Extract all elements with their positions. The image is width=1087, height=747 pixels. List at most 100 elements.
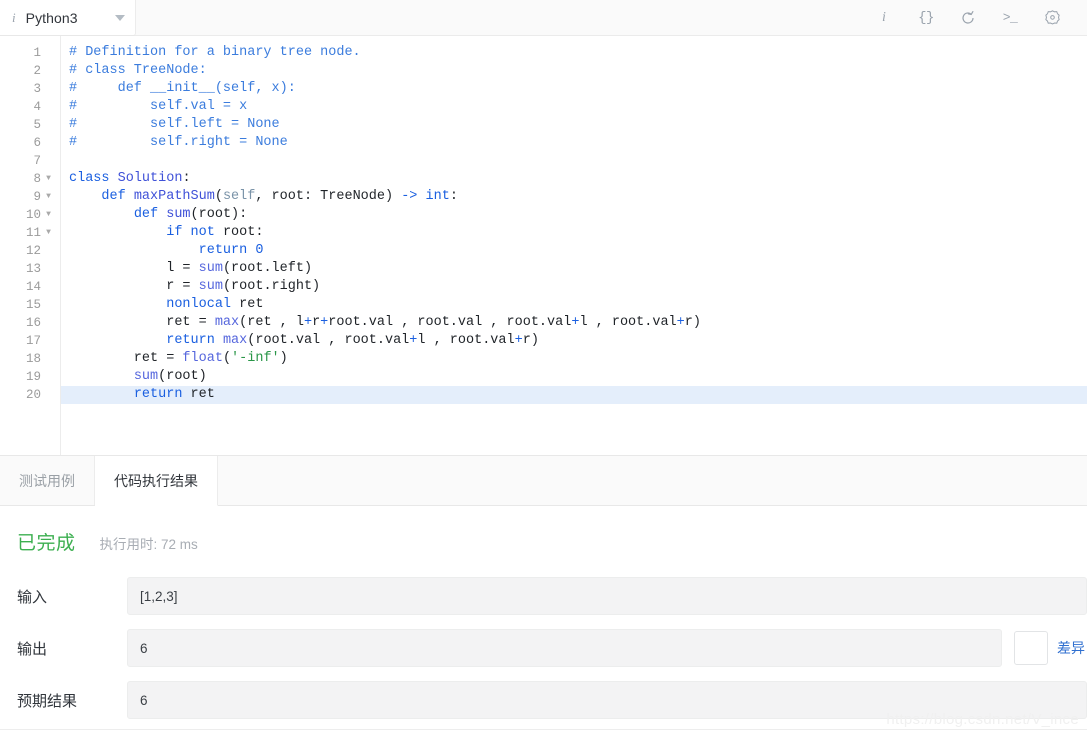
code-line[interactable]: return 0 [61,242,1087,260]
code-line[interactable]: # self.left = None [61,116,1087,134]
code-token: return [198,243,248,258]
code-token: def [133,207,159,222]
code-token: l = [69,261,199,276]
code-token: max [214,315,240,330]
code-token: return [166,333,215,348]
gutter-line: 17▼ [0,332,60,350]
code-editor[interactable]: 1▼2▼3▼4▼5▼6▼7▼8▼9▼10▼11▼12▼13▼14▼15▼16▼1… [0,36,1087,455]
code-token: l , root.val [417,333,515,348]
info-icon[interactable]: i [863,0,905,36]
line-number: 10 [25,208,41,222]
input-field[interactable]: [1,2,3] [127,577,1087,615]
code-line[interactable]: nonlocal ret [61,296,1087,314]
status-badge: 已完成 [17,533,76,554]
code-token: r [312,315,321,330]
console-icon[interactable]: >_ [989,0,1031,36]
result-tab-strip: 测试用例 代码执行结果 [0,455,1087,506]
code-line[interactable]: def maxPathSum(self, root: TreeNode) -> … [61,188,1087,206]
tab-strip-filler [218,456,1087,505]
code-token: ret [182,387,215,402]
chevron-down-icon [115,14,125,21]
line-number: 11 [25,226,41,240]
code-token: class [69,171,110,186]
code-line[interactable]: return ret [61,386,1087,404]
gutter-line: 16▼ [0,314,60,332]
gutter-line: 12▼ [0,242,60,260]
code-line[interactable]: ret = float('-inf') [61,350,1087,368]
fold-arrow-icon[interactable]: ▼ [43,188,54,206]
code-line[interactable]: ret = max(ret , l+r+root.val , root.val … [61,314,1087,332]
gutter-line: 11 ▼ [0,224,60,242]
code-token: # self.left = None [69,117,280,132]
code-token: ret = [69,315,215,330]
code-content[interactable]: # Definition for a binary tree node. # cl… [61,36,1087,455]
line-number: 7 [33,154,41,168]
code-line[interactable]: # Definition for a binary tree node. [61,44,1087,62]
line-number: 8 [33,172,41,186]
code-token: sum [198,279,223,294]
code-line[interactable] [61,152,1087,170]
code-token: (root.left) [222,261,313,276]
code-token: sum [166,207,191,222]
code-token: ret = [69,351,183,366]
code-token: # class TreeNode: [69,63,207,78]
line-number: 9 [33,190,41,204]
language-selector[interactable]: i Python3 [0,0,136,36]
fold-arrow-icon[interactable]: ▼ [43,206,54,224]
gutter-line: 13▼ [0,260,60,278]
gutter-line: 7▼ [0,152,60,170]
gutter-line: 6▼ [0,134,60,152]
gutter-line: 1▼ [0,44,60,62]
code-token: # def __init__(self, x): [69,81,296,96]
info-icon: i [12,9,16,25]
runtime-label: 执行用时: 72 ms [99,537,198,552]
gutter-line: 9 ▼ [0,188,60,206]
code-line[interactable]: r = sum(root.right) [61,278,1087,296]
gutter-line: 14▼ [0,278,60,296]
gutter-line: 8 ▼ [0,170,60,188]
code-token: 0 [255,243,264,258]
line-number: 12 [25,244,41,258]
code-line[interactable]: # self.right = None [61,134,1087,152]
code-line[interactable]: class Solution: [61,170,1087,188]
leetcode-code-panel: i Python3 i {} >_ 1 2 3 4 5 6 7 8 ▼ 9 ▼ … [0,0,1087,747]
code-line[interactable]: # def __init__(self, x): [61,80,1087,98]
code-token: r) [522,333,539,348]
fold-arrow-icon[interactable]: ▼ [43,224,54,242]
bottom-divider [0,729,1087,730]
reset-code-icon[interactable] [947,0,989,36]
line-number: 1 [33,46,41,60]
gutter-line: 2▼ [0,62,60,80]
code-token: sum [133,369,159,384]
code-line[interactable]: # class TreeNode: [61,62,1087,80]
code-token: Solution [117,171,183,186]
diff-toggle-group: 差异 [1014,631,1085,665]
code-token: sum [198,261,223,276]
code-token: ( [214,189,223,204]
format-braces-icon[interactable]: {} [905,0,947,36]
expected-label: 预期结果 [17,692,78,710]
line-number: 20 [25,388,41,402]
fold-arrow-icon[interactable]: ▼ [43,170,54,188]
code-line[interactable]: if not root: [61,224,1087,242]
diff-checkbox[interactable] [1014,631,1048,665]
tab-testcase[interactable]: 测试用例 [0,456,95,505]
code-line[interactable]: l = sum(root.left) [61,260,1087,278]
code-line[interactable]: sum(root) [61,368,1087,386]
code-line[interactable]: def sum(root): [61,206,1087,224]
output-label: 输出 [17,640,48,658]
code-line[interactable]: return max(root.val , root.val +l , root.… [61,332,1087,350]
tab-run-result[interactable]: 代码执行结果 [95,456,218,506]
code-line[interactable]: # self.val = x [61,98,1087,116]
line-number: 6 [33,136,41,150]
code-token: max [222,333,248,348]
diff-label[interactable]: 差异 [1057,638,1085,658]
output-field[interactable]: 6 [127,629,1002,667]
settings-gear-icon[interactable] [1031,0,1073,36]
